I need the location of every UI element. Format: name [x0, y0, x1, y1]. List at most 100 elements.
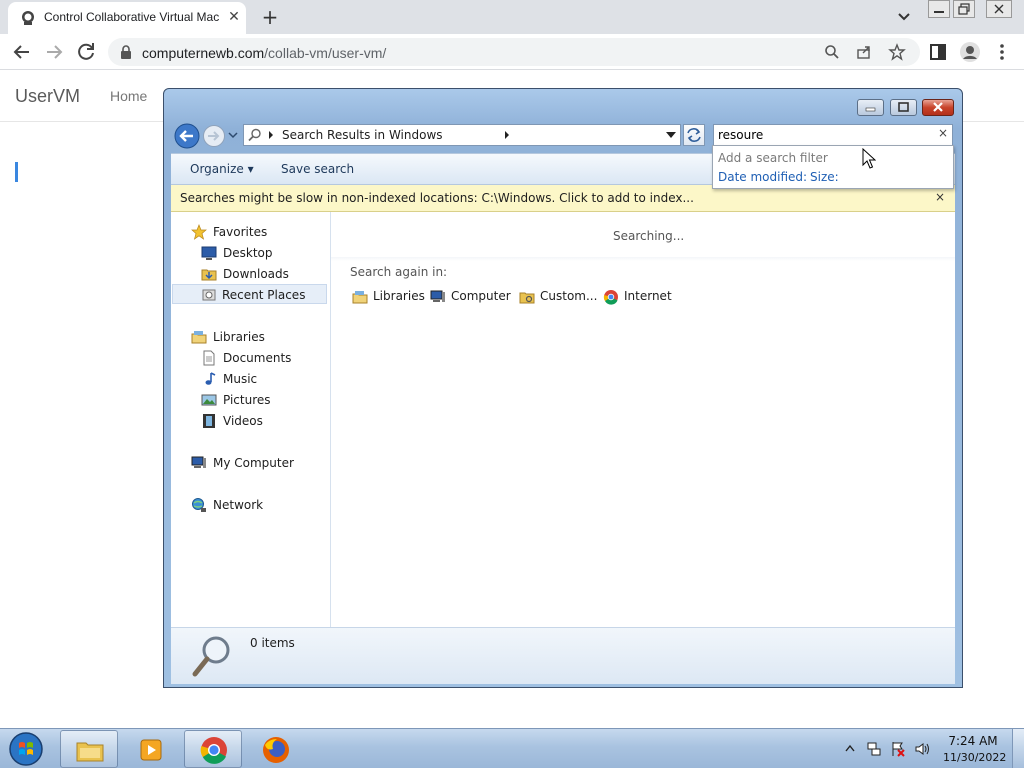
explorer-address-bar[interactable]: Search Results in Windows — [243, 124, 681, 146]
forward-button-icon[interactable] — [202, 124, 226, 148]
breadcrumb-arrow-icon[interactable] — [504, 131, 510, 139]
tab-search-chevron-icon[interactable] — [894, 8, 914, 26]
zoom-search-icon[interactable] — [824, 44, 840, 60]
music-note-icon — [205, 372, 216, 385]
nav-favorites[interactable]: Favorites — [191, 222, 321, 242]
back-button-icon[interactable] — [173, 122, 201, 150]
documents-icon — [203, 350, 215, 366]
address-dropdown-icon[interactable] — [666, 132, 676, 139]
location-label: Custom... — [540, 289, 598, 303]
tab-title: Control Collaborative Virtual Machine — [44, 10, 220, 24]
nav-downloads[interactable]: Downloads — [201, 264, 321, 284]
minimize-icon — [934, 11, 944, 13]
nav-label: Music — [223, 372, 258, 386]
maximize-icon — [898, 102, 909, 112]
bookmark-star-icon[interactable] — [888, 43, 906, 61]
lock-icon[interactable] — [120, 45, 132, 59]
action-center-flag-icon[interactable] — [890, 741, 906, 757]
clock-date[interactable]: 11/30/2022 — [943, 751, 1006, 764]
media-player-icon — [140, 739, 162, 761]
results-pane[interactable]: Searching... Search again in: Libraries … — [331, 212, 955, 627]
breadcrumb-arrow-icon[interactable] — [268, 131, 274, 139]
side-accent-marker — [15, 162, 18, 182]
explorer-search-box[interactable]: × — [713, 124, 953, 146]
url-text[interactable]: computernewb.com/collab-vm/user-vm/ — [142, 45, 386, 61]
new-tab-button[interactable]: + — [258, 5, 282, 29]
filter-date-modified[interactable]: Date modified: — [718, 170, 807, 184]
share-icon[interactable] — [856, 44, 872, 60]
kebab-menu-icon[interactable] — [990, 40, 1014, 64]
custom-folder-icon — [519, 292, 535, 304]
details-pane: 0 items — [171, 627, 955, 684]
nav-music[interactable]: Music — [201, 369, 321, 389]
windows-taskbar: 7:24 AM 11/30/2022 — [0, 728, 1024, 768]
taskbar-chrome[interactable] — [184, 730, 242, 768]
windows-start-orb-icon[interactable] — [6, 731, 46, 767]
host-restore-button[interactable] — [953, 0, 975, 18]
reload-icon[interactable] — [74, 40, 98, 64]
page-brand[interactable]: UserVM — [15, 86, 80, 107]
window-close-button[interactable] — [922, 99, 954, 116]
pictures-icon — [201, 394, 217, 406]
save-search-button[interactable]: Save search — [281, 162, 354, 176]
nav-label: Favorites — [213, 225, 268, 239]
magnifier-icon — [192, 636, 230, 677]
volume-speaker-icon[interactable] — [914, 741, 930, 757]
address-bar[interactable]: computernewb.com/collab-vm/user-vm/ — [108, 38, 920, 66]
nav-my-computer[interactable]: My Computer — [191, 453, 321, 473]
nav-desktop[interactable]: Desktop — [201, 243, 321, 263]
infobar-close-icon[interactable]: × — [933, 190, 947, 206]
nav-network[interactable]: Network — [191, 495, 321, 515]
search-input[interactable] — [718, 127, 928, 143]
back-arrow-icon[interactable] — [10, 40, 34, 64]
host-minimize-button[interactable] — [928, 0, 950, 18]
clear-search-icon[interactable]: × — [936, 126, 950, 144]
computer-icon — [430, 290, 445, 302]
nav-pictures[interactable]: Pictures — [201, 390, 321, 410]
show-desktop-button[interactable] — [1012, 729, 1024, 768]
side-panel-icon[interactable] — [926, 40, 950, 64]
search-again-internet[interactable]: Internet — [603, 288, 673, 306]
browser-tab[interactable]: Control Collaborative Virtual Machine ✕ — [8, 2, 246, 34]
organize-button[interactable]: Organize ▾ — [190, 162, 254, 176]
search-again-divider — [331, 257, 955, 261]
libraries-icon — [191, 331, 207, 344]
minimize-icon — [865, 107, 876, 112]
index-warning-infobar[interactable]: Searches might be slow in non-indexed lo… — [171, 185, 955, 212]
nav-documents[interactable]: Documents — [201, 348, 321, 368]
profile-avatar-icon[interactable] — [958, 40, 982, 64]
search-again-label: Search again in: — [350, 265, 448, 279]
nav-label: Documents — [223, 351, 292, 365]
refresh-button[interactable] — [683, 124, 705, 146]
nav-home-link[interactable]: Home — [110, 88, 147, 104]
nav-libraries[interactable]: Libraries — [191, 327, 321, 347]
nav-recent-places[interactable]: Recent Places — [172, 284, 327, 304]
nav-videos[interactable]: Videos — [201, 411, 321, 431]
chrome-icon — [603, 290, 618, 305]
forward-arrow-icon[interactable] — [42, 40, 66, 64]
nav-label: Pictures — [223, 393, 271, 407]
libraries-icon — [352, 291, 368, 304]
search-again-custom[interactable]: Custom... — [519, 288, 597, 306]
search-again-libraries[interactable]: Libraries — [352, 288, 425, 306]
nav-label: Recent Places — [222, 288, 306, 302]
star-icon — [191, 224, 207, 240]
search-filter-title: Add a search filter — [718, 151, 828, 165]
filter-size[interactable]: Size: — [810, 170, 839, 184]
host-close-button[interactable] — [986, 0, 1012, 18]
url-path: /collab-vm/user-vm/ — [264, 45, 387, 61]
tab-close-icon[interactable]: ✕ — [226, 9, 242, 25]
tray-expand-icon[interactable] — [845, 744, 855, 752]
window-minimize-button[interactable] — [857, 99, 884, 116]
infobar-text[interactable]: Searches might be slow in non-indexed lo… — [180, 191, 694, 205]
search-again-computer[interactable]: Computer — [430, 288, 511, 306]
window-maximize-button[interactable] — [890, 99, 917, 116]
recent-places-icon — [202, 289, 216, 301]
close-icon — [933, 102, 943, 112]
recent-pages-dropdown-icon[interactable] — [228, 130, 238, 140]
network-tray-icon[interactable] — [866, 741, 882, 757]
clock-time[interactable]: 7:24 AM — [943, 734, 1003, 748]
taskbar-media-player[interactable] — [122, 730, 180, 768]
taskbar-firefox[interactable] — [246, 730, 304, 768]
taskbar-explorer[interactable] — [60, 730, 118, 768]
